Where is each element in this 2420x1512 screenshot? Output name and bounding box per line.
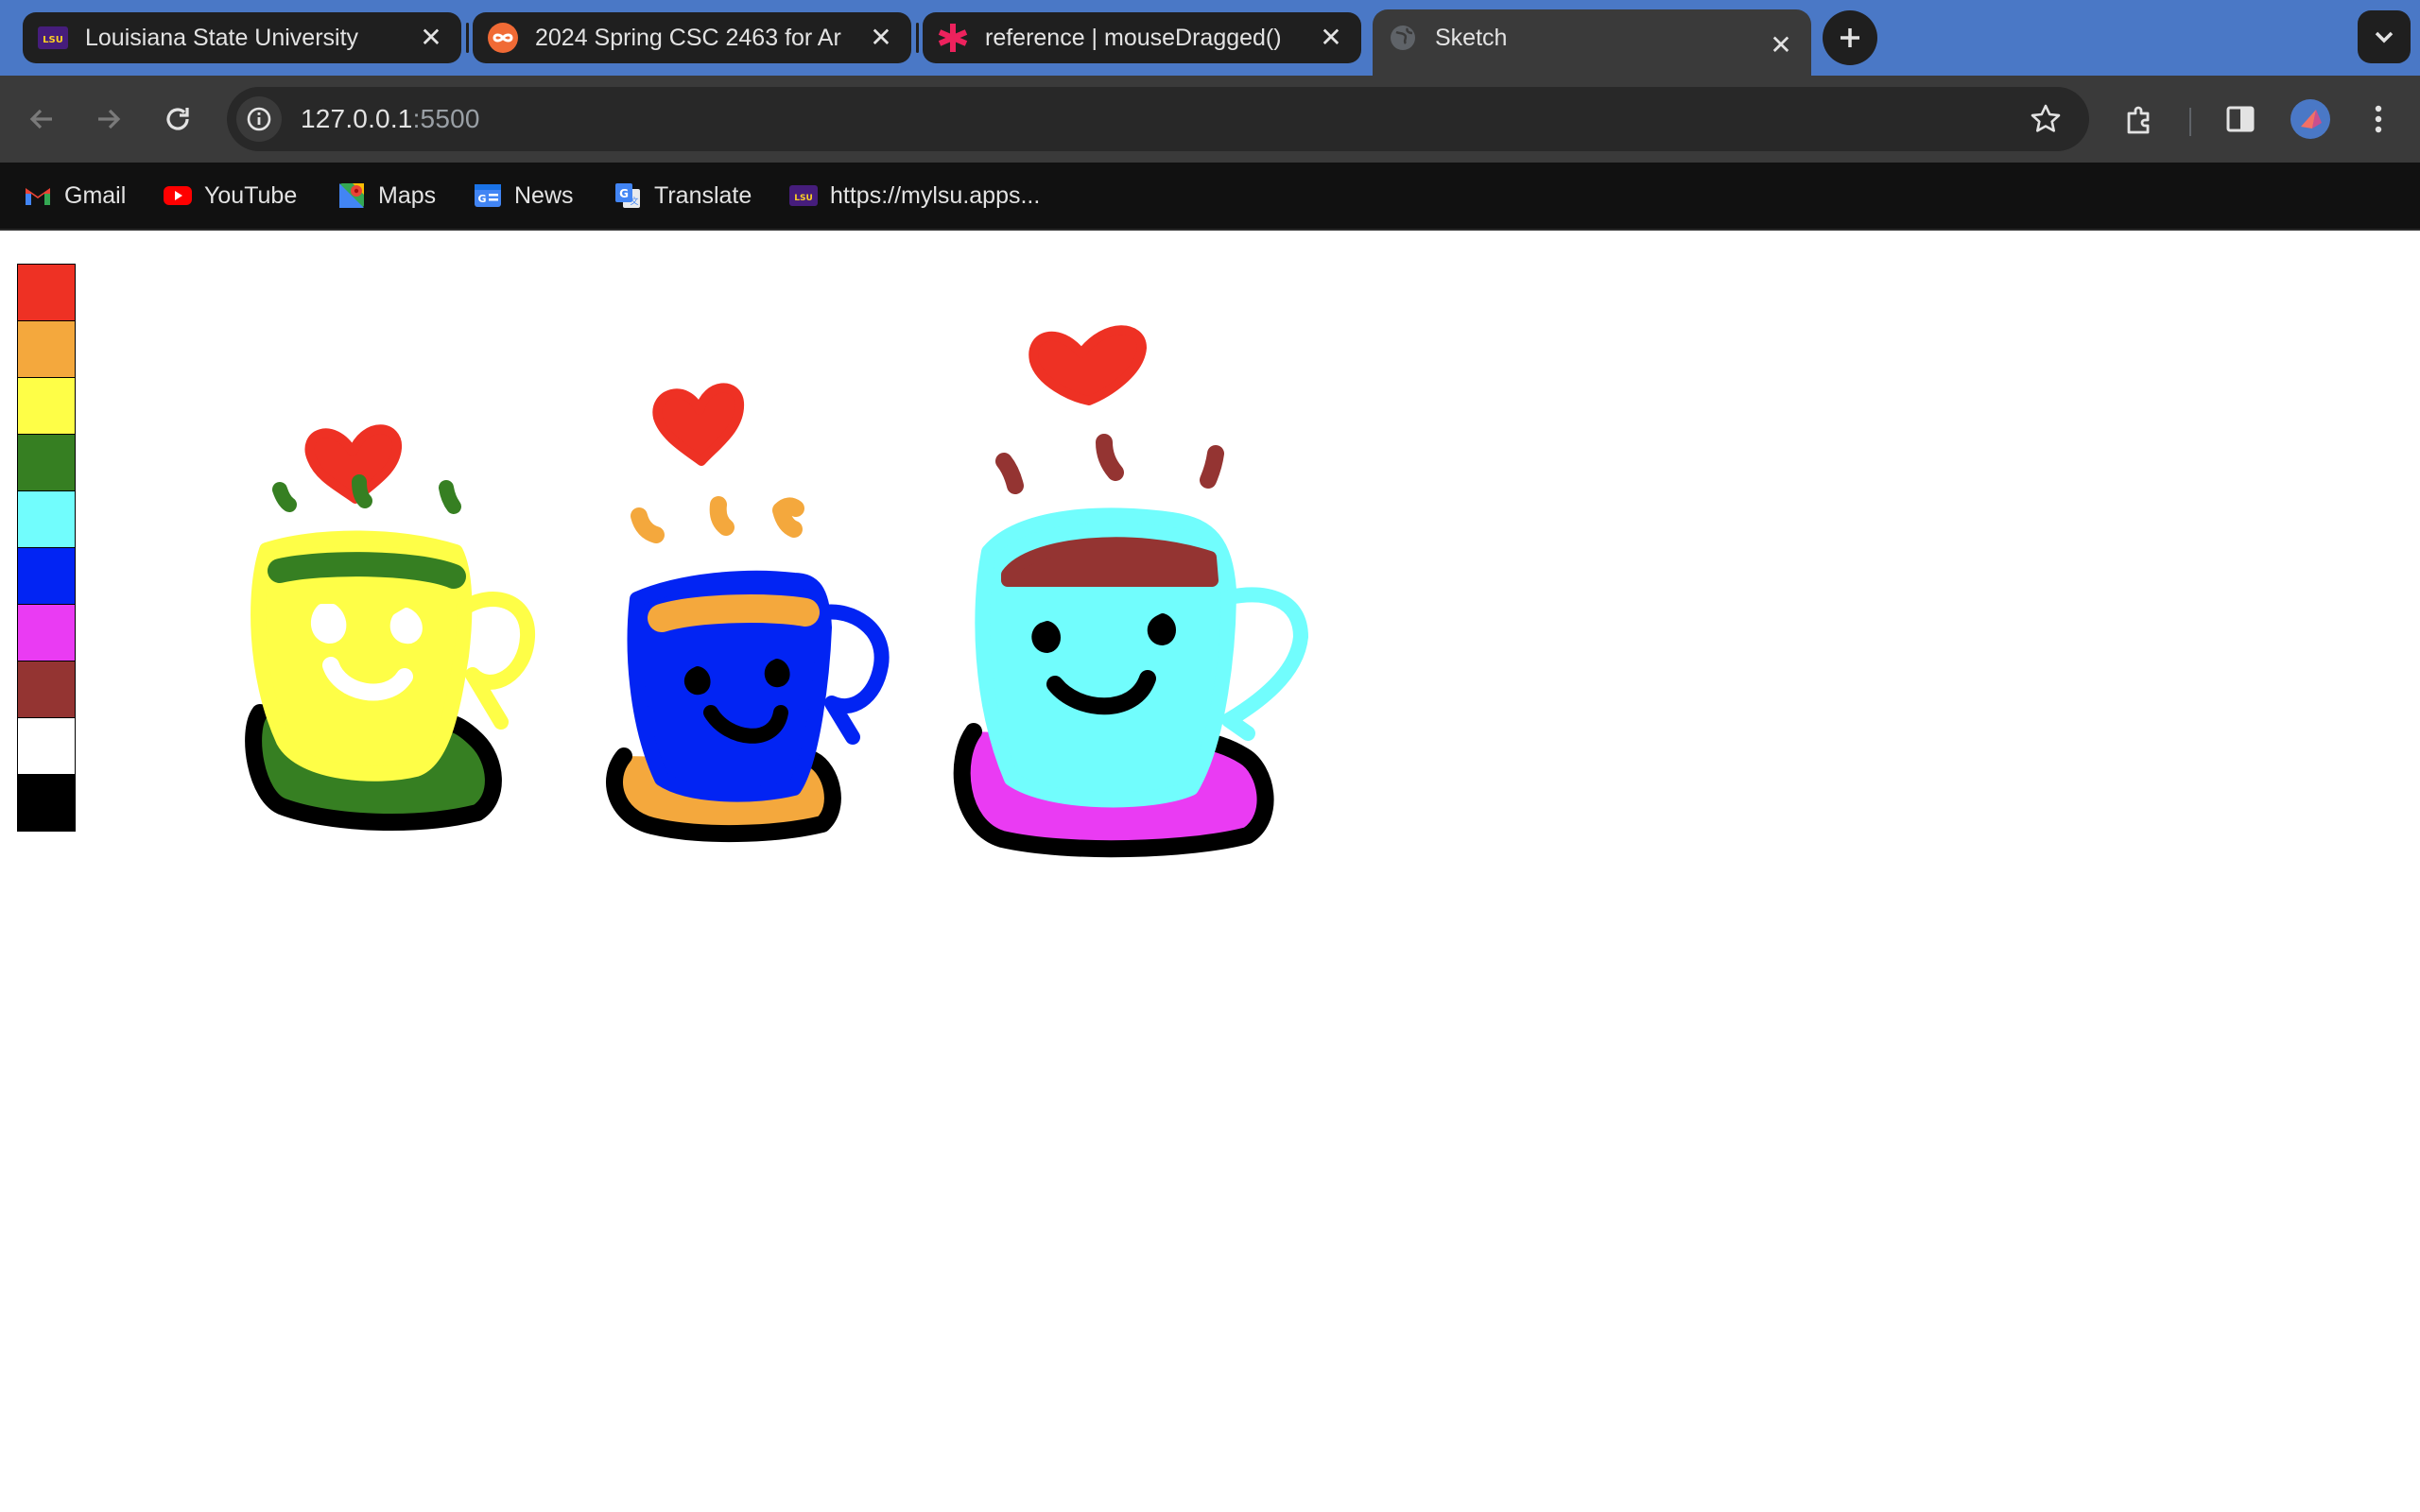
steam: [1096, 434, 1124, 481]
maps-icon: [337, 180, 367, 211]
url-port: :5500: [412, 104, 480, 133]
profile-avatar[interactable]: [2288, 96, 2333, 142]
svg-text:LSU: LSU: [794, 194, 813, 203]
bookmark-maps[interactable]: Maps: [337, 178, 436, 214]
drawing-canvas[interactable]: [0, 231, 2420, 1512]
lsu-icon: LSU: [788, 180, 819, 211]
infinity-icon: [486, 21, 520, 55]
eye: [310, 604, 347, 644]
side-panel-icon: [2226, 106, 2255, 132]
eye: [764, 659, 790, 688]
bookmark-translate[interactable]: G文 Translate: [613, 178, 752, 214]
plus-icon: [1841, 28, 1859, 47]
steam: [995, 453, 1024, 494]
bookmark-label: Gmail: [64, 181, 127, 209]
liquid: [268, 552, 466, 589]
steam: [631, 507, 665, 543]
steam: [352, 474, 372, 508]
chevron-down-icon: [2375, 31, 2394, 43]
tab-separator: [466, 23, 469, 53]
liquid: [1001, 537, 1219, 587]
bookmark-label: Maps: [378, 181, 437, 209]
tab-reference-mousedragged[interactable]: reference | mouseDragged() ✕: [923, 12, 1361, 63]
lsu-icon: LSU: [36, 21, 70, 55]
extensions-button[interactable]: [2118, 96, 2163, 142]
blue-cup-drawing: [606, 383, 890, 843]
arrow-left-icon: [29, 109, 52, 129]
globe-icon: [1386, 21, 1420, 55]
menu-button[interactable]: [2356, 96, 2401, 142]
back-button[interactable]: [19, 96, 64, 142]
svg-text:文: 文: [630, 196, 638, 207]
tab-sketch[interactable]: Sketch ✕: [1373, 9, 1811, 76]
bookmark-mylsu[interactable]: LSU https://mylsu.apps...: [788, 178, 1040, 214]
eye: [389, 608, 423, 644]
close-icon[interactable]: ✕: [1318, 25, 1344, 51]
translate-icon: G文: [613, 180, 643, 211]
yellow-cup-drawing: [245, 424, 535, 831]
cup-handle: [456, 592, 535, 730]
heart: [652, 383, 745, 466]
bookmarks-bar: Gmail YouTube Maps G News G文 Translate L…: [0, 163, 2420, 231]
bookmark-gmail[interactable]: Gmail: [23, 178, 126, 214]
cyan-cup-drawing: [953, 325, 1308, 858]
bookmark-youtube[interactable]: YouTube: [163, 178, 297, 214]
svg-text:G: G: [477, 193, 486, 205]
tab-separator: [916, 23, 919, 53]
cup-handle: [1221, 587, 1308, 741]
bookmark-star-icon[interactable]: [2027, 100, 2065, 138]
tab-search-button[interactable]: [2358, 10, 2411, 63]
close-icon[interactable]: ✕: [868, 25, 894, 51]
bookmark-label: YouTube: [204, 181, 298, 209]
reload-icon: [166, 108, 189, 130]
steam: [272, 482, 297, 512]
bookmark-news[interactable]: G News: [473, 178, 574, 214]
bookmark-label: Translate: [654, 181, 752, 209]
address-bar[interactable]: 127.0.0.1:5500: [227, 87, 2089, 151]
site-info-icon[interactable]: [236, 96, 282, 142]
liquid: [648, 594, 820, 632]
avatar-icon: [2290, 99, 2330, 139]
p5-asterisk-icon: [936, 21, 970, 55]
sketch-page: [0, 231, 2420, 1512]
svg-text:LSU: LSU: [43, 35, 63, 45]
forward-button[interactable]: [86, 96, 131, 142]
puzzle-icon: [2127, 106, 2150, 134]
tab-title: reference | mouseDragged(): [985, 24, 1282, 51]
arrow-right-icon: [98, 109, 121, 129]
steam: [1200, 445, 1224, 489]
heart: [1028, 325, 1147, 405]
tab-title: Louisiana State University: [85, 24, 359, 51]
bookmark-label: https://mylsu.apps...: [830, 181, 1041, 209]
reload-button[interactable]: [155, 96, 200, 142]
new-tab-button[interactable]: [1823, 10, 1877, 65]
news-icon: G: [473, 180, 503, 211]
steam: [709, 496, 735, 536]
eye: [1031, 621, 1061, 653]
tab-strip: LSU Louisiana State University ✕ 2024 Sp…: [0, 0, 2420, 76]
side-panel-button[interactable]: [2218, 96, 2263, 142]
close-icon[interactable]: ✕: [1768, 32, 1794, 59]
tab-csc-2463[interactable]: 2024 Spring CSC 2463 for Ar ✕: [473, 12, 911, 63]
youtube-icon: [163, 180, 193, 211]
tab-title: 2024 Spring CSC 2463 for Ar: [535, 24, 841, 51]
tab-louisiana-state-university[interactable]: LSU Louisiana State University ✕: [23, 12, 461, 63]
url-text: 127.0.0.1:5500: [301, 104, 480, 134]
gmail-icon: [23, 180, 53, 211]
steam: [439, 480, 461, 514]
cup-handle: [817, 604, 890, 745]
bookmark-label: News: [514, 181, 574, 209]
url-host: 127.0.0.1: [301, 104, 413, 133]
eye: [683, 666, 711, 696]
browser-toolbar: 127.0.0.1:5500: [0, 76, 2420, 163]
svg-text:G: G: [619, 187, 629, 200]
eye: [1147, 613, 1176, 645]
toolbar-divider: [2189, 108, 2191, 136]
tab-title: Sketch: [1435, 24, 1508, 51]
steam: [772, 497, 804, 538]
kebab-menu-icon: [2375, 105, 2382, 133]
close-icon[interactable]: ✕: [418, 25, 444, 51]
